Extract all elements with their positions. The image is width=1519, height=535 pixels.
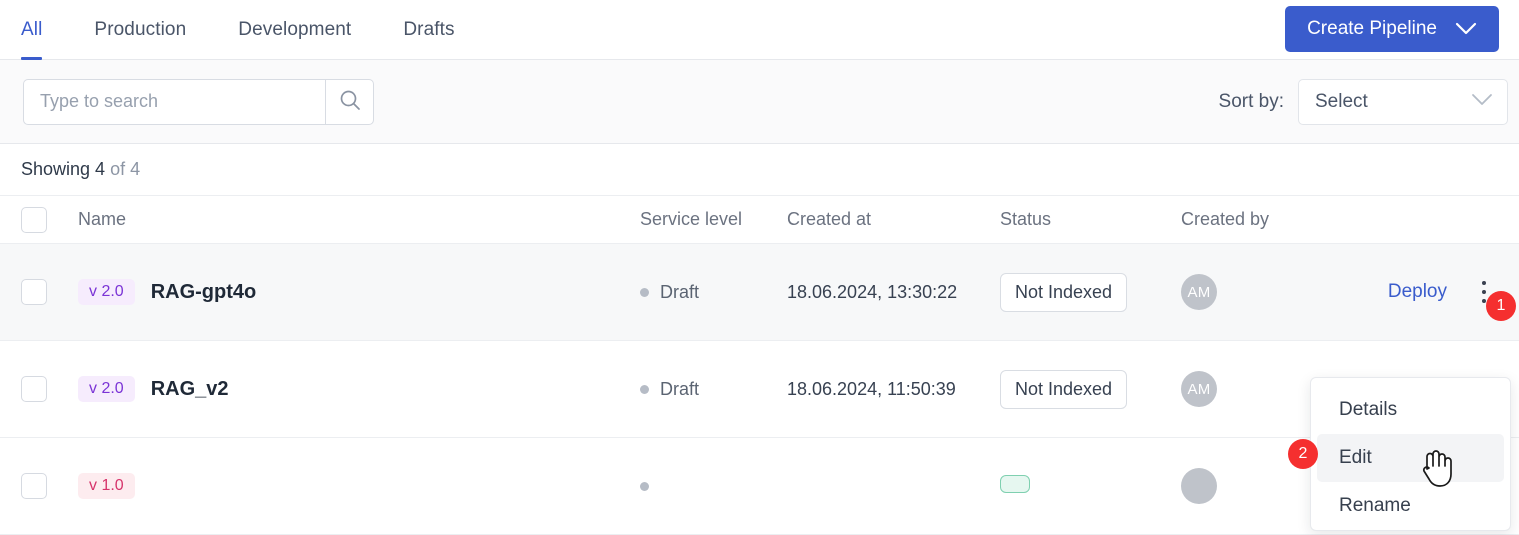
search-group: [23, 78, 374, 125]
tab-list: All Production Development Drafts: [21, 0, 507, 60]
version-badge: v 2.0: [78, 376, 135, 402]
tab-production[interactable]: Production: [94, 0, 186, 60]
tab-drafts[interactable]: Drafts: [403, 0, 454, 60]
select-all-cell: [21, 206, 78, 233]
search-button[interactable]: [325, 78, 374, 125]
column-header-created-by: Created by: [1181, 209, 1270, 229]
row-select-cell: [21, 473, 78, 499]
row-checkbox[interactable]: [21, 279, 47, 305]
column-header-service-level: Service level: [640, 209, 743, 229]
status-badge: [1000, 474, 1030, 493]
row-checkbox[interactable]: [21, 473, 47, 499]
avatar: AM: [1181, 274, 1217, 310]
column-header-name: Name: [78, 209, 127, 229]
annotation-badge-1: 1: [1486, 291, 1516, 321]
pipeline-name[interactable]: RAG-gpt4o: [151, 281, 257, 304]
row-name-cell: v 2.0 RAG-gpt4o: [78, 279, 640, 305]
menu-item-rename[interactable]: Rename: [1317, 482, 1504, 530]
tab-all-label: All: [21, 18, 43, 40]
row-name-cell: v 1.0: [78, 473, 640, 499]
row-select-cell: [21, 279, 78, 305]
row-created-by-cell: [1181, 468, 1311, 504]
create-pipeline-button[interactable]: Create Pipeline: [1285, 6, 1499, 52]
tab-development-label: Development: [238, 18, 352, 40]
version-badge: v 2.0: [78, 279, 135, 305]
menu-item-rename-label: Rename: [1339, 495, 1411, 516]
tab-production-label: Production: [94, 18, 187, 40]
column-header-status: Status: [1000, 209, 1052, 229]
status-dot-icon: [640, 384, 649, 394]
row-name-cell: v 2.0 RAG_v2: [78, 376, 640, 402]
tab-drafts-label: Drafts: [403, 18, 455, 40]
sort-group: Sort by: Select: [1218, 78, 1508, 125]
annotation-badge-2: 2: [1288, 439, 1318, 469]
column-header-created-at: Created at: [787, 209, 872, 229]
row-context-menu: Details Edit Rename: [1310, 377, 1511, 531]
select-all-checkbox[interactable]: [21, 206, 47, 233]
tab-development[interactable]: Development: [238, 0, 351, 60]
row-status-cell: [1000, 474, 1181, 498]
search-input[interactable]: [23, 78, 325, 125]
avatar: [1181, 468, 1217, 504]
filters-toolbar: Sort by: Select: [0, 60, 1519, 144]
pipelines-page: All Production Development Drafts Create…: [0, 0, 1519, 535]
deploy-button[interactable]: Deploy: [1388, 281, 1447, 303]
menu-item-details[interactable]: Details: [1317, 386, 1504, 434]
row-created-at: 18.06.2024, 13:30:22: [787, 281, 958, 302]
results-count: Showing 4 of 4: [0, 144, 1519, 196]
table-row[interactable]: v 2.0 RAG_v2 Draft 18.06.2024, 11:50:39 …: [0, 341, 1519, 438]
status-dot-icon: [640, 481, 649, 491]
sort-select-value: Select: [1315, 90, 1368, 112]
menu-item-details-label: Details: [1339, 399, 1398, 420]
status-badge: Not Indexed: [1000, 369, 1128, 409]
row-service-level-cell: Draft: [640, 379, 787, 400]
sort-select[interactable]: Select: [1298, 78, 1508, 125]
avatar: AM: [1181, 371, 1217, 407]
row-status-cell: Not Indexed: [1000, 272, 1181, 312]
sort-by-label: Sort by:: [1218, 90, 1284, 112]
search-icon: [338, 88, 362, 115]
row-service-level-cell: Draft: [640, 282, 787, 303]
row-status-cell: Not Indexed: [1000, 369, 1181, 409]
menu-item-edit[interactable]: Edit: [1317, 434, 1504, 482]
row-select-cell: [21, 376, 78, 402]
service-level-text: Draft: [660, 378, 700, 399]
pipelines-table: Name Service level Created at Status Cre…: [0, 196, 1519, 535]
row-created-by-cell: AM: [1181, 274, 1311, 310]
table-row[interactable]: v 2.0 RAG-gpt4o Draft 18.06.2024, 13:30:…: [0, 244, 1519, 341]
results-showing-text: Showing 4: [21, 159, 106, 179]
pipeline-name[interactable]: RAG_v2: [151, 378, 229, 401]
results-total-text: of 4: [110, 159, 141, 179]
row-checkbox[interactable]: [21, 376, 47, 402]
status-badge: Not Indexed: [1000, 272, 1128, 312]
table-header-row: Name Service level Created at Status Cre…: [0, 196, 1519, 244]
chevron-down-icon: [1471, 93, 1493, 111]
menu-item-edit-label: Edit: [1339, 447, 1372, 468]
row-created-at: 18.06.2024, 11:50:39: [787, 378, 956, 399]
tab-all[interactable]: All: [21, 0, 43, 60]
status-dot-icon: [640, 287, 649, 297]
row-service-level-cell: [640, 481, 787, 491]
create-pipeline-label: Create Pipeline: [1307, 18, 1437, 39]
row-created-by-cell: AM: [1181, 371, 1311, 407]
chevron-down-icon: [1455, 22, 1477, 36]
tab-bar: All Production Development Drafts Create…: [0, 0, 1519, 60]
service-level-text: Draft: [660, 281, 700, 302]
version-badge: v 1.0: [78, 473, 135, 499]
